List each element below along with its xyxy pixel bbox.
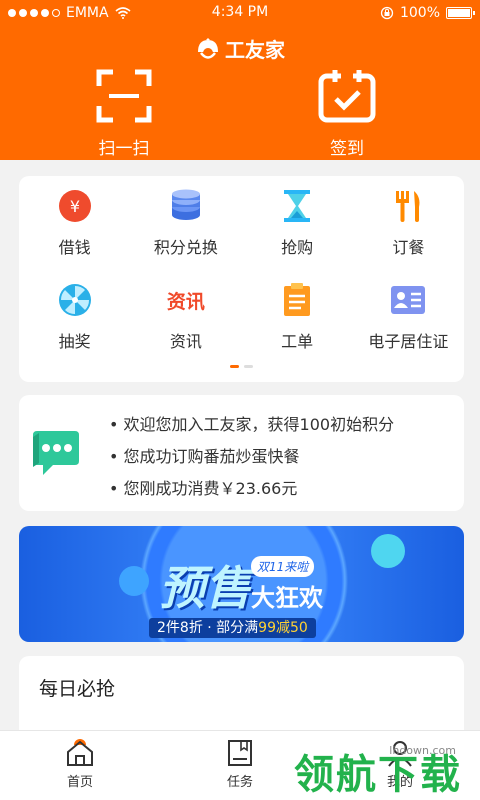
menu-item-lottery[interactable]: 抽奖 (19, 280, 130, 374)
notice-item[interactable]: 您成功订购番茄炒蛋快餐 (109, 441, 394, 473)
banner-subtitle: 大狂欢 (251, 584, 323, 612)
notice-item[interactable]: 欢迎您加入工友家，获得100初始积分 (109, 409, 395, 441)
battery-icon (446, 7, 475, 19)
menu-item-news[interactable]: 资讯 资讯 (130, 280, 241, 374)
fork-knife-icon (390, 188, 426, 224)
notice-item[interactable]: 您刚成功消费￥23.66元 (109, 473, 394, 505)
promo-banner[interactable]: 预售 双11来啦 大狂欢 2件8折 · 部分满99减50 (19, 526, 464, 642)
notice-list: 欢迎您加入工友家，获得100初始积分 您成功订购番茄炒蛋快餐 您刚成功消费￥23… (109, 409, 395, 505)
watermark-text: 领航下载 (294, 752, 462, 798)
chat-bubble-icon (33, 431, 79, 475)
news-icon: 资讯 (166, 290, 205, 313)
page-indicator (19, 365, 464, 368)
calendar-check-icon (318, 70, 376, 123)
menu-item-work-order[interactable]: 工单 (242, 280, 353, 374)
app-header: EMMA 4:34 PM 100% 工友家 扫一扫 签到 (0, 0, 480, 160)
banner-title: 预售 (159, 561, 251, 615)
scan-label: 扫一扫 (98, 139, 150, 159)
checkin-label: 签到 (330, 139, 364, 159)
decor-bubble (119, 566, 149, 596)
prize-wheel-icon (57, 282, 93, 318)
scan-icon (96, 69, 152, 123)
function-grid: ¥ 借钱 积分兑换 抢购 订餐 抽奖 资讯 资讯 工单 电子居住证 (19, 176, 464, 374)
menu-item-residence-permit[interactable]: 电子居住证 (353, 280, 464, 374)
banner-promo: 2件8折 · 部分满99减50 (149, 618, 316, 638)
tab-home[interactable]: 首页 (0, 731, 160, 800)
banner-tag: 双11来啦 (251, 556, 315, 577)
menu-item-flash-sale[interactable]: 抢购 (242, 186, 353, 280)
clipboard-icon (279, 282, 315, 318)
hourglass-icon (279, 188, 315, 224)
app-logo: 工友家 (0, 34, 480, 63)
section-title: 每日必抢 (39, 678, 116, 700)
menu-item-order-meal[interactable]: 订餐 (353, 186, 464, 280)
rotation-lock-icon (380, 6, 394, 20)
home-icon (67, 739, 93, 766)
function-menu-card: ¥ 借钱 积分兑换 抢购 订餐 抽奖 资讯 资讯 工单 电子居住证 (19, 176, 464, 382)
menu-item-loan[interactable]: ¥ 借钱 (19, 186, 130, 280)
svg-text:¥: ¥ (70, 197, 80, 216)
decor-bubble (371, 534, 405, 568)
yen-coin-icon: ¥ (57, 188, 93, 224)
page-dot-active (230, 365, 239, 368)
menu-item-points-exchange[interactable]: 积分兑换 (130, 186, 241, 280)
app-name: 工友家 (225, 38, 285, 62)
coin-stack-icon (168, 188, 204, 224)
notice-card: 欢迎您加入工友家，获得100初始积分 您成功订购番茄炒蛋快餐 您刚成功消费￥23… (19, 395, 464, 511)
task-document-icon (228, 740, 252, 766)
page-dot (244, 365, 253, 368)
checkin-button[interactable]: 签到 (287, 68, 407, 159)
battery-percent: 100% (399, 5, 440, 21)
id-card-icon (390, 282, 426, 318)
scan-button[interactable]: 扫一扫 (64, 68, 184, 159)
status-bar: EMMA 4:34 PM 100% (0, 0, 480, 26)
worker-helmet-icon (198, 37, 218, 59)
